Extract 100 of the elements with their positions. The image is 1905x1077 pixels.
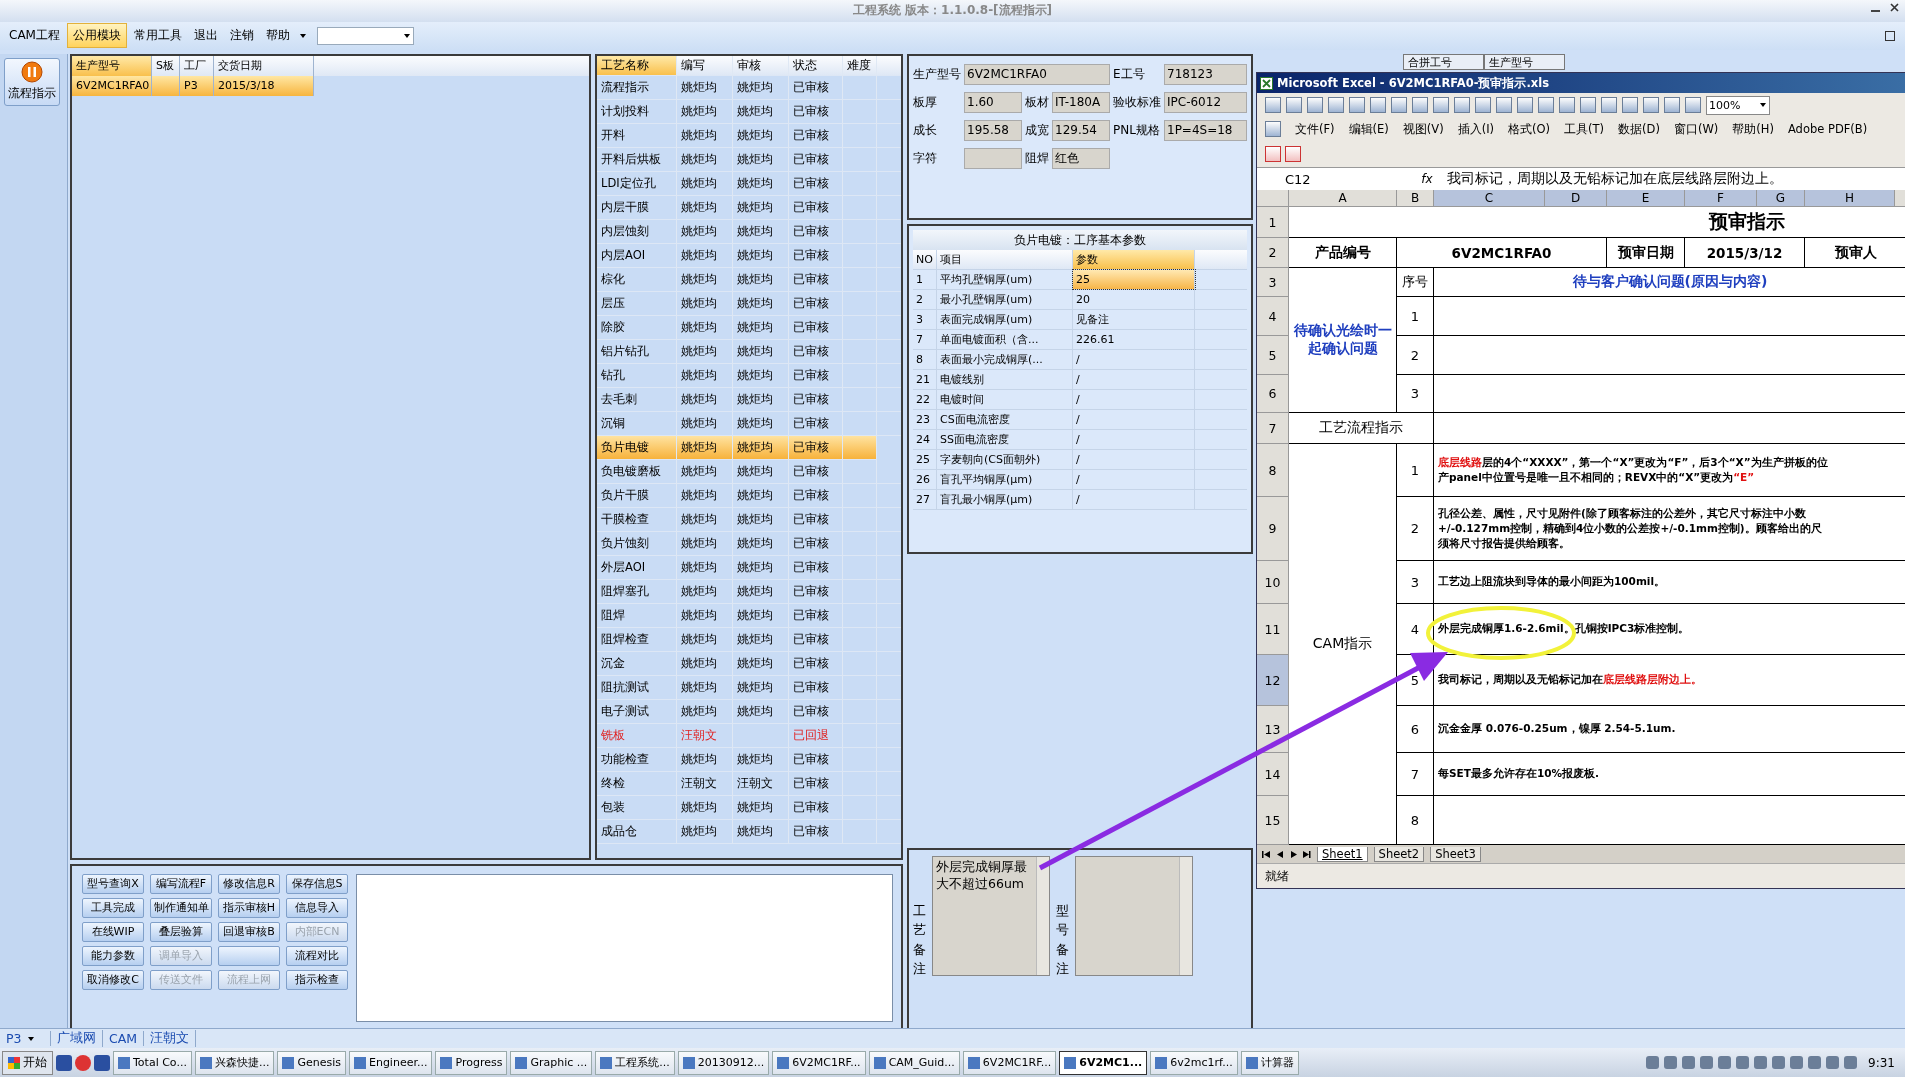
action-button[interactable]: 型号查询X [82, 873, 144, 894]
process-row[interactable]: LDI定位孔 姚炬均 姚炬均 已审核 [597, 171, 901, 196]
menu-item[interactable]: 视图(V) [1402, 121, 1444, 137]
menu-item[interactable]: 帮助 [260, 24, 295, 48]
restore-icon[interactable] [1885, 30, 1895, 41]
action-button[interactable]: 叠层验算 [150, 921, 212, 942]
column-header[interactable]: 难度 [843, 55, 877, 75]
row-header[interactable]: 5 [1257, 336, 1289, 375]
menu-item[interactable]: CAM工程 [4, 24, 65, 48]
column-header[interactable]: H [1805, 190, 1895, 207]
table-cell[interactable]: / [1073, 369, 1195, 389]
action-button[interactable]: 编写流程F [150, 873, 212, 894]
table-cell[interactable]: / [1073, 429, 1195, 449]
zoom-field[interactable]: 100% [1706, 95, 1770, 115]
column-header[interactable]: 生产型号 [72, 55, 152, 76]
scrollbar[interactable] [1036, 856, 1049, 975]
column-header[interactable]: S板 [152, 55, 180, 76]
status-tab[interactable]: 广域网 [51, 1029, 103, 1047]
status-tab[interactable]: 汪朝文 [144, 1029, 197, 1047]
process-row[interactable]: 功能检查 姚炬均 姚炬均 已审核 [597, 747, 901, 772]
process-row[interactable]: 负片电镀 姚炬均 姚炬均 已审核 [597, 435, 877, 460]
process-row[interactable]: 沉金 姚炬均 姚炬均 已审核 [597, 651, 901, 676]
column-header[interactable] [1895, 190, 1905, 207]
process-row[interactable]: 开料后烘板 姚炬均 姚炬均 已审核 [597, 147, 901, 172]
taskbar-button[interactable]: Total Co... [113, 1050, 192, 1075]
column-header[interactable]: B [1397, 190, 1434, 207]
menu-item[interactable]: 编辑(E) [1348, 121, 1389, 137]
caret-icon[interactable] [299, 33, 306, 38]
menu-item[interactable]: 数据(D) [1618, 121, 1660, 137]
input-field[interactable]: 6V2MC1RFA0 [964, 63, 1110, 85]
sheet-tab[interactable]: Sheet2 [1373, 846, 1425, 862]
row-header[interactable]: 11 [1257, 604, 1289, 655]
action-button[interactable]: 制作通知单 [150, 897, 212, 918]
process-row[interactable]: 钻孔 姚炬均 姚炬均 已审核 [597, 363, 901, 388]
action-button[interactable]: 指示审核H [218, 897, 280, 918]
taskbar-button[interactable]: 20130912... [677, 1050, 770, 1075]
sheet-tab[interactable]: Sheet3 [1430, 846, 1481, 862]
process-instruction-button[interactable]: 流程指示 [4, 57, 60, 106]
action-button[interactable]: 指示检查 [286, 969, 348, 990]
menu-item[interactable]: 常用工具 [128, 24, 187, 48]
taskbar-button[interactable]: 6V2MC1RF... [962, 1050, 1057, 1075]
menu-item[interactable]: 工具(T) [1564, 121, 1605, 137]
sheet-navigation-icon[interactable] [1261, 849, 1311, 859]
taskbar-button[interactable]: 兴森快捷... [194, 1050, 275, 1075]
column-header[interactable]: 审核 [733, 55, 789, 75]
input-field[interactable]: 718123 [1164, 63, 1247, 85]
row-header[interactable]: 4 [1257, 297, 1289, 336]
process-row[interactable]: 包装 姚炬均 姚炬均 已审核 [597, 795, 901, 820]
process-row[interactable]: 内层干膜 姚炬均 姚炬均 已审核 [597, 195, 901, 220]
column-header[interactable]: G [1757, 190, 1805, 207]
menu-item[interactable]: 文件(F) [1295, 121, 1335, 137]
taskbar-button[interactable]: Genesis [277, 1050, 346, 1075]
input-field[interactable]: 1P=4S=18 [1164, 119, 1247, 141]
taskbar-button[interactable]: 6v2mc1rf... [1150, 1050, 1238, 1075]
menu-item[interactable]: 帮助(H) [1732, 121, 1774, 137]
row-header[interactable]: 3 [1257, 268, 1289, 297]
input-field[interactable]: IT-180A [1052, 91, 1110, 113]
table-cell[interactable]: 见备注 [1073, 309, 1195, 329]
taskbar-button[interactable]: Progress [435, 1050, 508, 1075]
process-row[interactable]: 棕化 姚炬均 姚炬均 已审核 [597, 267, 901, 292]
column-header[interactable]: F [1685, 190, 1757, 207]
table-cell[interactable]: / [1073, 469, 1195, 489]
sheet-tab[interactable]: Sheet1 [1317, 846, 1368, 862]
column-header[interactable]: A [1289, 190, 1397, 207]
action-button[interactable]: 信息导入 [286, 897, 348, 918]
menu-item[interactable]: 注销 [224, 24, 259, 48]
process-row[interactable]: 内层AOI 姚炬均 姚炬均 已审核 [597, 243, 901, 268]
column-header[interactable]: D [1545, 190, 1607, 207]
row-header[interactable]: 15 [1257, 796, 1289, 845]
process-row[interactable]: 去毛刺 姚炬均 姚炬均 已审核 [597, 387, 901, 412]
formula-field[interactable]: 我司标记，周期以及无铅标记加在底层线路层附边上。 [1447, 170, 1783, 188]
action-button[interactable]: 能力参数 [82, 945, 144, 966]
table-cell[interactable]: 20 [1073, 289, 1195, 309]
process-row[interactable]: 终检 汪朝文 汪朝文 已审核 [597, 771, 901, 796]
input-field[interactable]: 1.60 [964, 91, 1022, 113]
column-header[interactable]: C [1434, 190, 1545, 207]
table-cell[interactable]: 226.61 [1073, 329, 1195, 349]
close-icon[interactable] [1890, 3, 1899, 12]
process-row[interactable]: 外层AOI 姚炬均 姚炬均 已审核 [597, 555, 901, 580]
dropdown-field[interactable]: P3 [0, 1030, 51, 1046]
menu-item[interactable]: 公用模块 [66, 23, 127, 49]
process-row[interactable]: 计划投料 姚炬均 姚炬均 已审核 [597, 99, 901, 124]
row-header[interactable]: 12 [1257, 655, 1289, 706]
minimize-icon[interactable] [1871, 9, 1880, 12]
remark-field[interactable]: 外层完成铜厚最大不超过66um [932, 855, 1050, 976]
row-header[interactable]: 10 [1257, 561, 1289, 604]
action-button[interactable]: 修改信息R [218, 873, 280, 894]
process-row[interactable]: 阻焊 姚炬均 姚炬均 已审核 [597, 603, 901, 628]
process-row[interactable]: 阻抗测试 姚炬均 姚炬均 已审核 [597, 675, 901, 700]
process-row[interactable]: 除胶 姚炬均 姚炬均 已审核 [597, 315, 901, 340]
row-header[interactable]: 9 [1257, 497, 1289, 561]
action-button[interactable]: 保存信息S [286, 873, 348, 894]
process-row[interactable]: 阻焊检查 姚炬均 姚炬均 已审核 [597, 627, 901, 652]
column-header[interactable]: 状态 [789, 55, 843, 75]
app-icon[interactable] [75, 1054, 91, 1071]
process-row[interactable]: 层压 姚炬均 姚炬均 已审核 [597, 291, 901, 316]
action-button[interactable]: 工具完成 [82, 897, 144, 918]
process-row[interactable]: 阻焊塞孔 姚炬均 姚炬均 已审核 [597, 579, 901, 604]
start-button[interactable]: 开始 [2, 1050, 53, 1075]
menu-item[interactable]: 插入(I) [1457, 121, 1495, 137]
